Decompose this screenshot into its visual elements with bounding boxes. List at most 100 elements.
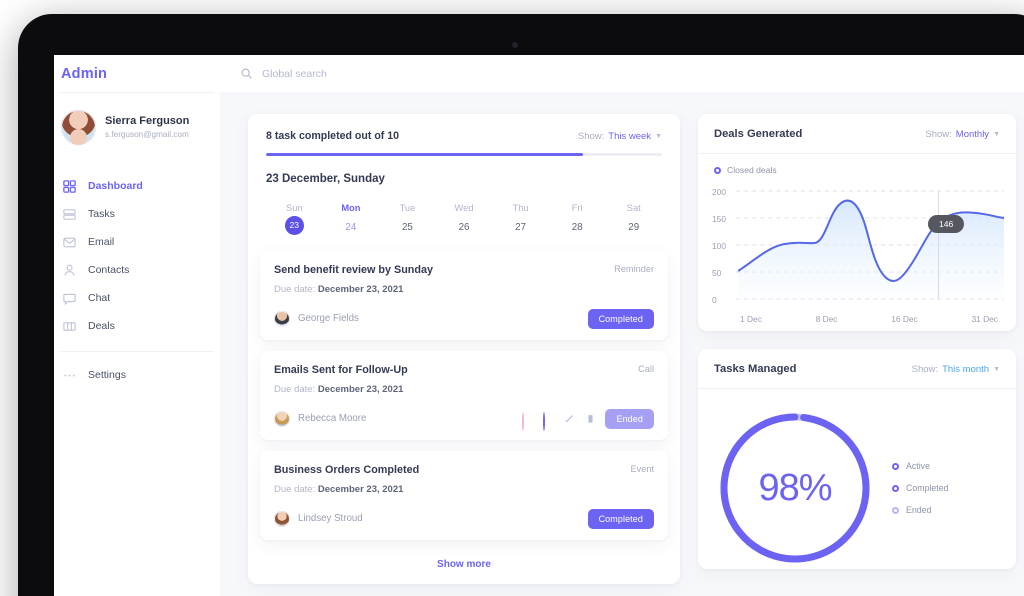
show-filter-monthly[interactable]: Show: Monthly ▼ [925, 129, 1000, 140]
avatar [274, 310, 290, 327]
legend-item-completed[interactable]: Completed [892, 483, 949, 493]
day-name: Sun [286, 202, 303, 213]
task-tag: Event [630, 463, 655, 474]
task-card[interactable]: Send benefit review by Sunday Reminder D… [260, 250, 668, 340]
deals-generated-card: Deals Generated Show: Monthly ▼ Closed d… [698, 114, 1016, 331]
avatar [274, 510, 290, 527]
day-cell[interactable]: Sun 23 [266, 203, 323, 235]
tasks-panel-header: 8 task completed out of 10 Show: This we… [248, 114, 680, 185]
donut-legend: Active Completed Ended [892, 461, 949, 515]
legend-item-active[interactable]: Active [892, 461, 949, 471]
sidebar-item-label: Deals [88, 320, 115, 332]
sidebar-item-chat[interactable]: Chat [54, 284, 220, 312]
due-date: December 23, 2021 [317, 483, 404, 495]
day-name: Tue [399, 202, 416, 213]
day-cell[interactable]: Wed 26 [436, 203, 493, 235]
chart-legend: Closed deals [698, 154, 1016, 175]
day-date: 26 [458, 221, 470, 233]
progress-label: 8 task completed out of 10 [266, 130, 400, 142]
person-icon [62, 263, 77, 278]
camera-dot [512, 42, 518, 48]
profile-email: s.ferguson@gmail.com [105, 129, 189, 139]
status-badge[interactable]: Ended [605, 408, 654, 429]
chevron-down-icon: ▼ [655, 132, 662, 140]
global-search[interactable] [240, 67, 562, 80]
day-date: 24 [345, 221, 357, 233]
task-tag: Reminder [614, 263, 654, 274]
task-card[interactable]: Emails Sent for Follow-Up Call Due date:… [260, 350, 668, 440]
user-profile[interactable]: Sierra Ferguson s.ferguson@gmail.com [54, 93, 220, 162]
sidebar-item-dashboard[interactable]: Dashboard [54, 172, 220, 200]
show-more-button[interactable]: Show more [260, 551, 668, 584]
day-cell[interactable]: Mon 24 [323, 203, 380, 235]
sidebar-item-label: Chat [88, 292, 111, 304]
status-badge[interactable]: Completed [587, 308, 654, 329]
status-badge[interactable]: Completed [587, 508, 654, 529]
tasks-donut-chart[interactable]: 98% [714, 407, 876, 569]
chevron-down-icon: ▼ [993, 130, 1000, 138]
sidebar-item-label: Tasks [88, 208, 115, 220]
day-date: 23 [284, 215, 304, 235]
day-cell[interactable]: Tue 25 [379, 203, 436, 235]
progress-bar [266, 153, 662, 156]
sidebar-item-settings[interactable]: Settings [54, 361, 220, 389]
sidebar-item-label: Settings [88, 369, 126, 381]
show-value: This week [608, 130, 652, 142]
circle-purple-icon[interactable] [543, 412, 554, 431]
device-frame: Admin Sierra Ferguson s.ferguson@gmail.c… [18, 14, 1024, 596]
task-actions [522, 412, 596, 431]
task-title: Emails Sent for Follow-Up [274, 363, 408, 376]
task-title: Business Orders Completed [274, 463, 420, 476]
legend-label: Completed [906, 483, 949, 493]
sidebar-nav: Dashboard Tasks Email Contacts Chat Deal… [54, 162, 220, 389]
sidebar-item-email[interactable]: Email [54, 228, 220, 256]
legend-item-ended[interactable]: Ended [892, 505, 949, 515]
task-assignee: Rebecca Moore [274, 410, 367, 427]
task-list: Send benefit review by Sunday Reminder D… [248, 235, 680, 584]
task-card[interactable]: Business Orders Completed Event Due date… [260, 450, 668, 540]
y-tick: 50 [712, 268, 722, 278]
tasks-panel-card: 8 task completed out of 10 Show: This we… [248, 114, 680, 584]
mouse-cursor-icon [928, 233, 1024, 363]
donut-percent: 98% [758, 466, 832, 509]
sidebar-item-deals[interactable]: Deals [54, 312, 220, 340]
x-tick: 16 Dec [891, 314, 918, 324]
due-date: December 23, 2021 [317, 383, 404, 395]
show-prefix: Show: [911, 363, 939, 375]
task-tag: Call [638, 363, 654, 374]
sidebar-item-contacts[interactable]: Contacts [54, 256, 220, 284]
sidebar-item-label: Email [88, 236, 115, 248]
circle-pink-icon[interactable] [522, 412, 533, 431]
legend-dot-icon [892, 462, 899, 470]
day-name: Sat [626, 202, 641, 213]
assignee-name: Rebecca Moore [298, 413, 367, 424]
main-content: 8 task completed out of 10 Show: This we… [220, 92, 1024, 596]
legend-dot-icon [714, 166, 721, 174]
grid-icon [62, 179, 77, 194]
tasks-managed-card: Tasks Managed Show: This month ▼ 98% Act… [698, 349, 1016, 569]
y-tick: 200 [712, 187, 726, 197]
brand-logo[interactable]: Admin [54, 55, 220, 92]
trash-icon[interactable] [585, 413, 596, 424]
donut-section: 98% Active Completed Ended [698, 389, 1016, 569]
show-filter-week[interactable]: Show: This week ▼ [578, 131, 662, 142]
day-date: 25 [401, 221, 413, 233]
show-filter-month[interactable]: Show: This month ▼ [912, 364, 1000, 375]
task-due: Due date: December 23, 2021 [274, 484, 654, 495]
pencil-icon[interactable] [564, 413, 575, 424]
screenshot-root: Admin Sierra Ferguson s.ferguson@gmail.c… [0, 0, 1024, 596]
chat-bubble-icon [62, 291, 77, 306]
day-cell[interactable]: Thu 27 [492, 203, 549, 235]
day-cell[interactable]: Fri 28 [549, 203, 606, 235]
day-cell[interactable]: Sat 29 [605, 203, 662, 235]
list-icon [62, 207, 77, 222]
day-name: Fri [571, 202, 583, 213]
week-selector: Sun 23 Mon 24 Tue 25 Wed 26 Thu 27 Fri 2… [266, 203, 662, 235]
y-tick: 0 [712, 295, 717, 305]
show-value: This month [942, 363, 990, 375]
day-date: 29 [628, 221, 640, 233]
deals-area-chart[interactable]: 200 150 100 50 0 146 1 Dec 8 Dec 16 Dec … [706, 181, 1008, 331]
sidebar-item-tasks[interactable]: Tasks [54, 200, 220, 228]
search-input[interactable] [262, 67, 562, 80]
due-label: Due date: [274, 483, 316, 495]
